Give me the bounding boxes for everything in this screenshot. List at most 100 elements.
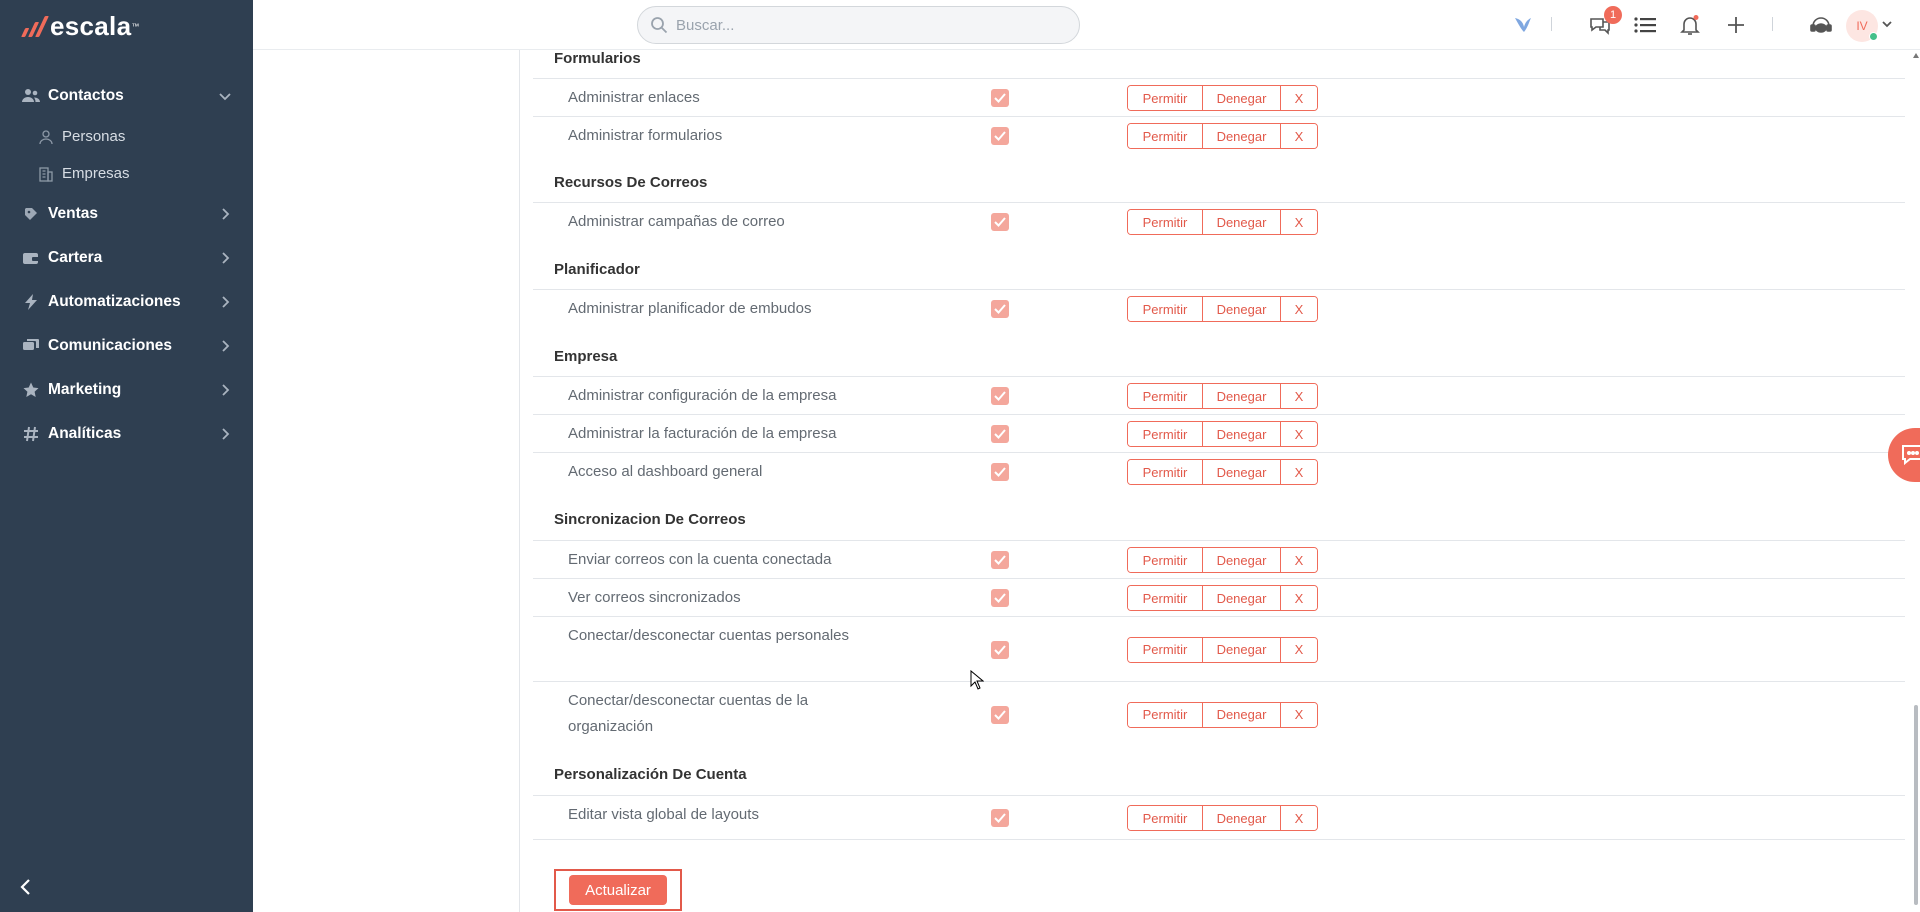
topbar-divider: [1551, 17, 1552, 31]
checkmark-icon: [994, 131, 1006, 141]
online-status-dot: [1869, 32, 1878, 41]
clear-button[interactable]: X: [1281, 86, 1317, 110]
deny-button[interactable]: Denegar: [1203, 384, 1281, 408]
logo-mark-icon: [21, 15, 49, 37]
clear-button[interactable]: X: [1281, 806, 1317, 830]
permission-label: Administrar la facturación de la empresa: [568, 425, 837, 442]
allow-button[interactable]: Permitir: [1128, 384, 1203, 408]
bell-icon[interactable]: [1677, 12, 1703, 38]
clear-button[interactable]: X: [1281, 586, 1317, 610]
list-icon[interactable]: [1632, 12, 1658, 38]
clear-button[interactable]: X: [1281, 637, 1317, 662]
chevron-left-icon[interactable]: [16, 876, 36, 898]
allow-button[interactable]: Permitir: [1128, 637, 1203, 662]
users-icon: [22, 87, 40, 105]
allow-button[interactable]: Permitir: [1128, 460, 1203, 484]
sidebar-item-marketing[interactable]: Marketing: [0, 368, 253, 412]
permission-checkbox[interactable]: [991, 89, 1009, 107]
permission-checkbox[interactable]: [991, 809, 1009, 827]
deny-button[interactable]: Denegar: [1203, 297, 1281, 321]
clear-button[interactable]: X: [1281, 297, 1317, 321]
scroll-thumb[interactable]: [1914, 705, 1918, 905]
user-avatar[interactable]: IV: [1846, 10, 1878, 42]
allow-button[interactable]: Permitir: [1128, 422, 1203, 446]
permission-checkbox[interactable]: [991, 640, 1009, 659]
deny-button[interactable]: Denegar: [1203, 460, 1281, 484]
deny-button[interactable]: Denegar: [1203, 586, 1281, 610]
scroll-up-icon[interactable]: [1912, 52, 1920, 60]
permission-row: Administrar configuración de la empresa P…: [533, 376, 1905, 414]
search-input[interactable]: [676, 16, 1056, 34]
support-icon[interactable]: [1808, 12, 1834, 38]
chevron-right-icon: [222, 340, 230, 352]
permission-checkbox[interactable]: [991, 300, 1009, 318]
checkmark-icon: [994, 813, 1006, 823]
permission-row: Administrar enlaces Permitir Denegar X: [533, 78, 1905, 116]
sidebar: escala ™ Contactos Personas Empresas Ven…: [0, 0, 253, 912]
permission-button-group: Permitir Denegar X: [1127, 701, 1318, 728]
sidebar-item-analiticas[interactable]: Analíticas: [0, 412, 253, 456]
clear-button[interactable]: X: [1281, 210, 1317, 234]
deny-button[interactable]: Denegar: [1203, 124, 1281, 148]
permission-label: Administrar configuración de la empresa: [568, 387, 837, 404]
chevron-right-icon: [222, 296, 230, 308]
deny-button[interactable]: Denegar: [1203, 548, 1281, 572]
allow-button[interactable]: Permitir: [1128, 702, 1203, 727]
clear-button[interactable]: X: [1281, 460, 1317, 484]
deny-button[interactable]: Denegar: [1203, 806, 1281, 830]
deny-button[interactable]: Denegar: [1203, 86, 1281, 110]
clear-button[interactable]: X: [1281, 422, 1317, 446]
deny-button[interactable]: Denegar: [1203, 422, 1281, 446]
permission-checkbox[interactable]: [991, 387, 1009, 405]
allow-button[interactable]: Permitir: [1128, 586, 1203, 610]
allow-button[interactable]: Permitir: [1128, 548, 1203, 572]
sidebar-item-comunicaciones[interactable]: Comunicaciones: [0, 324, 253, 368]
bird-icon[interactable]: [1510, 12, 1536, 38]
permission-button-group: Permitir Denegar X: [1127, 123, 1318, 149]
deny-button[interactable]: Denegar: [1203, 702, 1281, 727]
search-box[interactable]: [637, 6, 1080, 44]
allow-button[interactable]: Permitir: [1128, 210, 1203, 234]
building-icon: [39, 166, 53, 182]
checkmark-icon: [994, 217, 1006, 227]
permission-checkbox[interactable]: [991, 213, 1009, 231]
permission-checkbox[interactable]: [991, 127, 1009, 145]
allow-button[interactable]: Permitir: [1128, 297, 1203, 321]
sidebar-subitem-personas[interactable]: Personas: [0, 118, 253, 155]
allow-button[interactable]: Permitir: [1128, 806, 1203, 830]
clear-button[interactable]: X: [1281, 124, 1317, 148]
permission-label: Editar vista global de layouts: [568, 806, 759, 823]
deny-button[interactable]: Denegar: [1203, 637, 1281, 662]
bolt-icon: [22, 293, 40, 311]
sidebar-item-automatizaciones[interactable]: Automatizaciones: [0, 280, 253, 324]
permission-checkbox[interactable]: [991, 589, 1009, 607]
permission-row: Ver correos sincronizados Permitir Denegar…: [533, 578, 1905, 616]
allow-button[interactable]: Permitir: [1128, 86, 1203, 110]
sidebar-item-cartera[interactable]: Cartera: [0, 236, 253, 280]
permission-label: Conectar/desconectar cuentas personales: [568, 627, 850, 644]
permission-checkbox[interactable]: [991, 463, 1009, 481]
chevron-down-icon[interactable]: [1881, 18, 1893, 30]
permission-row: Conectar/desconectar cuentas personales P…: [533, 616, 1905, 681]
person-icon: [39, 129, 53, 144]
plus-icon[interactable]: [1723, 12, 1749, 38]
permission-button-group: Permitir Denegar X: [1127, 459, 1318, 485]
sidebar-subitem-empresas[interactable]: Empresas: [0, 155, 253, 192]
sales-icon: [22, 205, 40, 223]
messages-icon[interactable]: 1: [1587, 6, 1622, 38]
permission-checkbox[interactable]: [991, 551, 1009, 569]
permission-checkbox[interactable]: [991, 425, 1009, 443]
sidebar-item-contactos[interactable]: Contactos: [0, 74, 253, 118]
avatar-initials: IV: [1856, 19, 1868, 33]
sidebar-item-ventas[interactable]: Ventas: [0, 192, 253, 236]
clear-button[interactable]: X: [1281, 702, 1317, 727]
deny-button[interactable]: Denegar: [1203, 210, 1281, 234]
sidebar-item-label: Comunicaciones: [48, 337, 173, 354]
clear-button[interactable]: X: [1281, 384, 1317, 408]
logo-text: escala: [50, 10, 132, 41]
permission-checkbox[interactable]: [991, 705, 1009, 724]
clear-button[interactable]: X: [1281, 548, 1317, 572]
logo[interactable]: escala ™: [21, 10, 139, 41]
allow-button[interactable]: Permitir: [1128, 124, 1203, 148]
update-button[interactable]: Actualizar: [569, 875, 667, 905]
